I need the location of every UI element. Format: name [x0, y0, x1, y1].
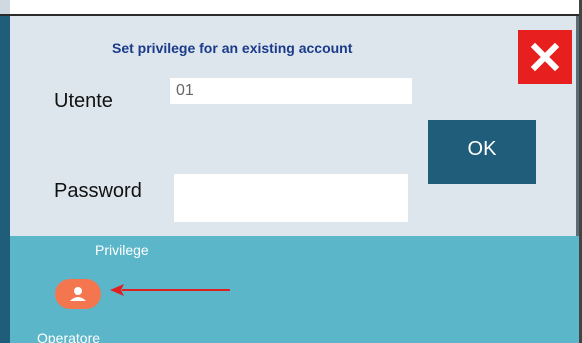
screen: Set privilege for an existing account Ut…	[0, 0, 582, 343]
close-icon	[530, 42, 560, 72]
left-strip-top	[0, 0, 10, 14]
ok-button-label: OK	[467, 137, 497, 160]
ok-button[interactable]: OK	[428, 120, 536, 184]
operator-role-button[interactable]	[55, 279, 101, 309]
left-edge-strip	[0, 16, 10, 343]
password-field[interactable]	[174, 174, 408, 222]
dialog-title: Set privilege for an existing account	[112, 40, 353, 56]
password-label: Password	[54, 180, 142, 202]
privilege-heading: Privilege	[95, 242, 149, 258]
operator-role-label: Operatore	[37, 330, 101, 343]
close-button[interactable]	[518, 30, 572, 84]
arrow-left-icon	[110, 284, 230, 296]
user-field[interactable]: 01	[170, 78, 412, 104]
user-icon	[70, 287, 86, 301]
user-label: Utente	[54, 90, 113, 112]
